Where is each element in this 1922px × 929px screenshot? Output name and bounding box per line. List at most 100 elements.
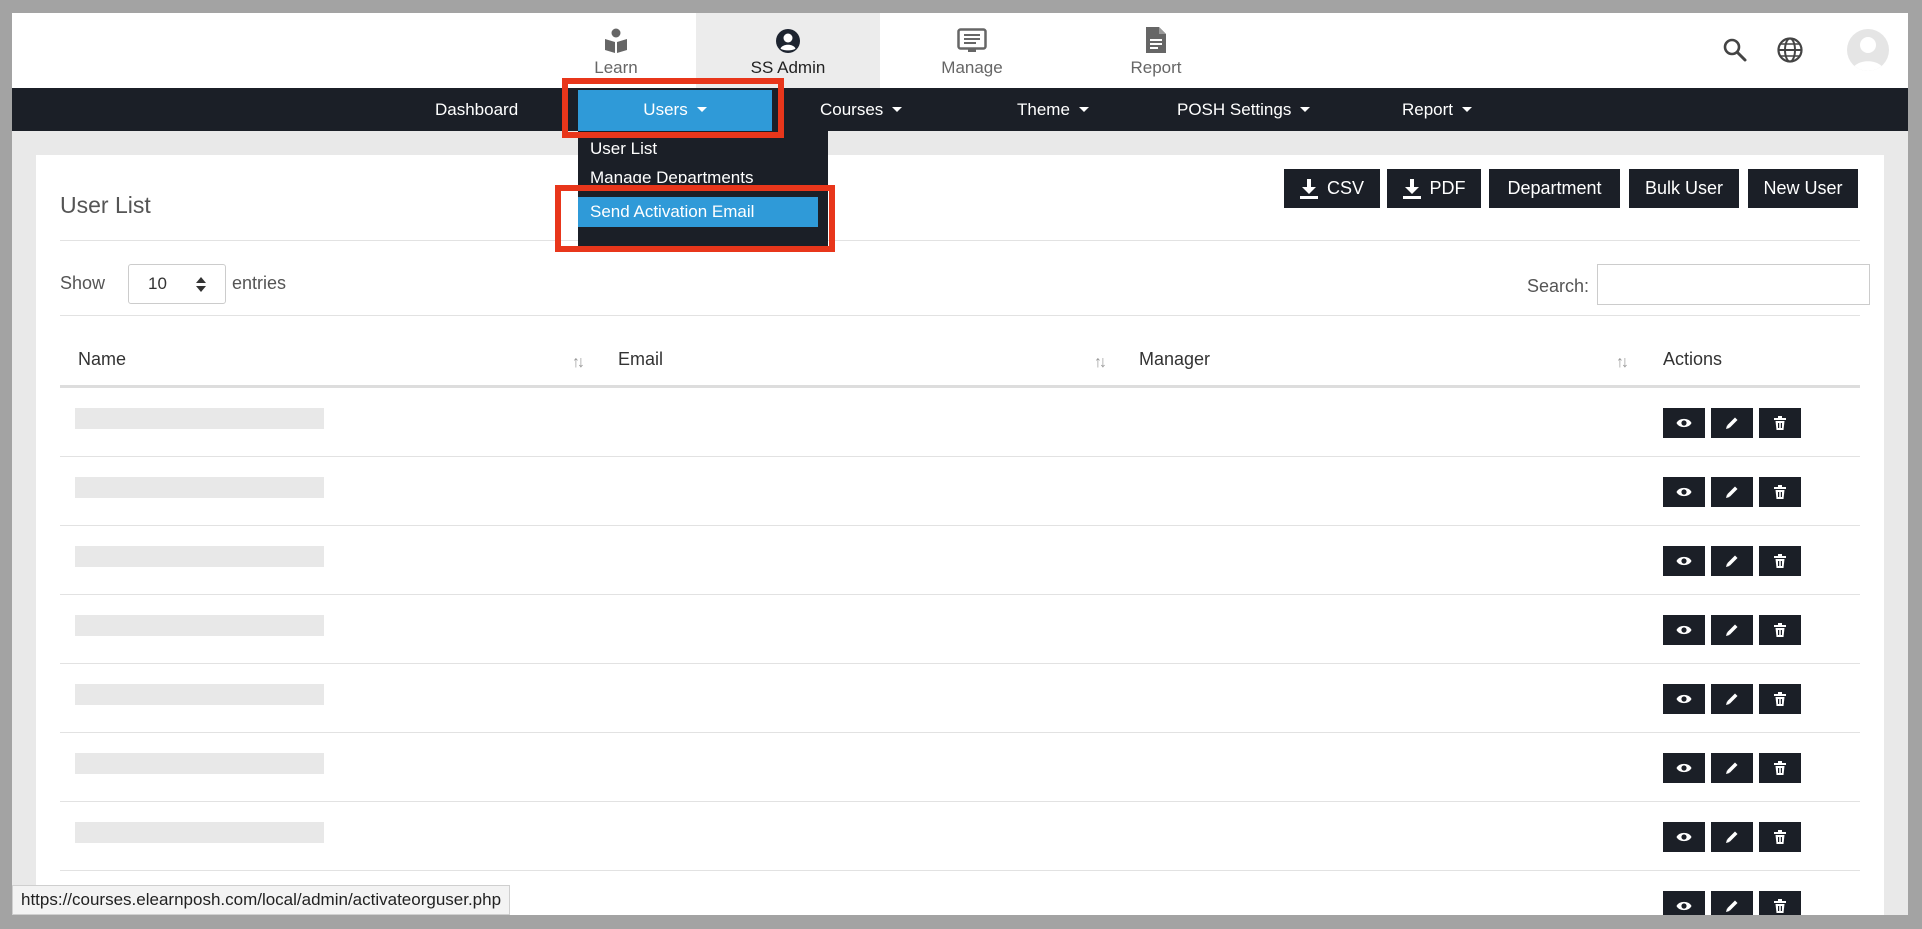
search-input[interactable] [1597,264,1870,305]
user-circle-icon [776,29,800,53]
top-tab-label: Report [1130,58,1182,77]
bulk-user-button-label: Bulk User [1644,178,1724,198]
nav-dashboard[interactable]: Dashboard [435,88,518,131]
trash-icon [1774,485,1786,499]
column-header-name[interactable]: Name [78,349,126,370]
top-tab-manage[interactable]: Manage [880,13,1064,88]
department-button-label: Department [1507,178,1602,198]
trash-icon [1774,623,1786,637]
edit-button[interactable] [1711,891,1753,915]
status-bar-url: https://courses.elearnposh.com/local/adm… [12,885,511,915]
search-label: Search: [1527,276,1590,296]
top-tab-learn[interactable]: Learn [524,13,708,88]
eye-icon [1676,624,1692,636]
view-button[interactable] [1663,822,1705,852]
menu-item-user-list[interactable]: User List [578,134,818,164]
menu-item-manage-departments[interactable]: Manage Departments [578,163,818,183]
chevron-down-icon [1462,107,1473,112]
chevron-down-icon [1078,107,1089,112]
sort-icon[interactable]: ↑↓ [572,354,585,372]
globe-icon[interactable] [1776,36,1804,64]
top-header: Learn SS Admin Manage Report [12,13,1908,88]
view-button[interactable] [1663,684,1705,714]
pdf-button-label: PDF [1429,178,1466,198]
eye-icon [1676,762,1692,774]
menu-item-label: User List [590,139,658,158]
top-tab-ss-admin[interactable]: SS Admin [696,13,880,88]
column-header-email[interactable]: Email [618,349,663,370]
column-header-manager[interactable]: Manager [1139,349,1210,370]
new-user-button[interactable]: New User [1748,169,1858,208]
edit-button[interactable] [1711,684,1753,714]
download-icon [1402,178,1421,199]
name-cell-placeholder [75,753,324,774]
csv-button-label: CSV [1326,178,1364,198]
top-tab-label: Manage [941,58,1003,77]
sort-icon[interactable]: ↑↓ [1094,354,1107,372]
menu-item-send-activation-email[interactable]: Send Activation Email [578,197,818,227]
main-nav: Dashboard Courses Theme POSH Settings Re… [12,88,1908,131]
entries-select[interactable]: 10 [128,264,226,304]
delete-button[interactable] [1759,615,1801,645]
table-row [60,526,1860,595]
top-tab-report[interactable]: Report [1064,13,1248,88]
delete-button[interactable] [1759,822,1801,852]
nav-users[interactable]: Users [578,90,772,131]
chevron-down-icon [892,107,903,112]
delete-button[interactable] [1759,753,1801,783]
page-title: User List [60,192,151,218]
sort-icon[interactable]: ↑↓ [1616,354,1629,372]
trash-icon [1774,416,1786,430]
name-cell-placeholder [75,408,324,429]
pdf-button[interactable]: PDF [1387,169,1481,208]
avatar-icon[interactable] [1847,29,1889,71]
bulk-user-button[interactable]: Bulk User [1629,169,1739,208]
view-button[interactable] [1663,408,1705,438]
department-button[interactable]: Department [1489,169,1620,208]
edit-button[interactable] [1711,753,1753,783]
view-button[interactable] [1663,891,1705,915]
name-cell-placeholder [75,822,324,843]
edit-button[interactable] [1711,477,1753,507]
name-cell-placeholder [75,477,324,498]
user-list-card: User List CSV PDF Department Bulk User N… [36,155,1884,915]
delete-button[interactable] [1759,477,1801,507]
nav-report[interactable]: Report [1402,88,1473,131]
search-icon[interactable] [1722,37,1748,63]
delete-button[interactable] [1759,408,1801,438]
delete-button[interactable] [1759,684,1801,714]
edit-button[interactable] [1711,822,1753,852]
column-header-actions: Actions [1663,349,1723,369]
table-row [60,664,1860,733]
trash-icon [1774,899,1786,913]
view-button[interactable] [1663,615,1705,645]
nav-courses[interactable]: Courses [820,88,903,131]
nav-posh-settings-label: POSH Settings [1177,100,1292,119]
edit-button[interactable] [1711,615,1753,645]
pencil-icon [1725,761,1739,775]
monitor-list-icon [957,28,987,52]
entries-value: 10 [148,274,167,293]
chevron-down-icon [1300,107,1311,112]
nav-theme[interactable]: Theme [1017,88,1089,131]
nav-posh-settings[interactable]: POSH Settings [1177,88,1311,131]
avatar-silhouette-icon [1852,37,1884,71]
table-row [60,802,1860,871]
edit-button[interactable] [1711,546,1753,576]
trash-icon [1774,554,1786,568]
divider [60,315,1860,316]
view-button[interactable] [1663,546,1705,576]
pencil-icon [1725,692,1739,706]
csv-button[interactable]: CSV [1284,169,1380,208]
edit-button[interactable] [1711,408,1753,438]
delete-button[interactable] [1759,891,1801,915]
name-cell-placeholder [75,684,324,705]
table-row [60,595,1860,664]
users-dropdown-menu: User List Manage Departments Send Activa… [578,131,828,249]
divider [60,240,1860,241]
table-row [60,388,1860,457]
view-button[interactable] [1663,753,1705,783]
delete-button[interactable] [1759,546,1801,576]
menu-item-label: Send Activation Email [590,202,755,221]
view-button[interactable] [1663,477,1705,507]
